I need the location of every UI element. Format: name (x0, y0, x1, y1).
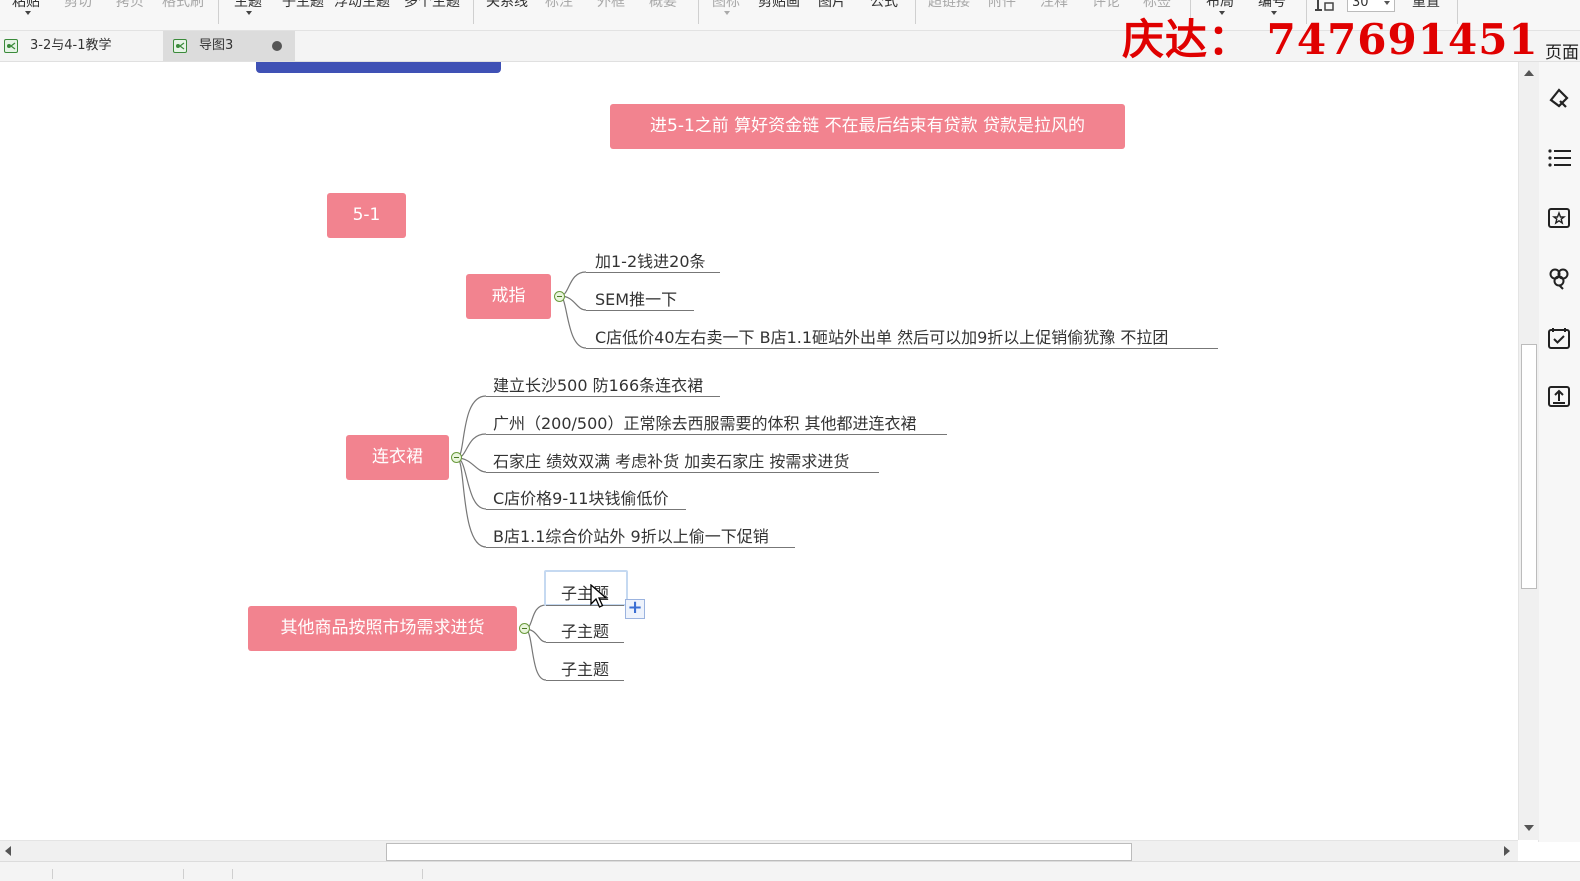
topic-dress[interactable]: 连衣裙 (346, 435, 449, 480)
scroll-down-icon[interactable] (1521, 820, 1537, 836)
subtopic-underline (546, 680, 624, 681)
clipart-icon[interactable] (1547, 266, 1571, 290)
topic-other-goods[interactable]: 其他商品按照市场需求进货 (248, 606, 517, 651)
subtopic-underline (486, 472, 879, 473)
vertical-scrollbar[interactable] (1518, 62, 1539, 840)
subtopic-item[interactable]: 子主题 (561, 618, 609, 642)
hyperlink-button[interactable]: 超链接 (928, 0, 970, 11)
scroll-up-icon[interactable] (1521, 65, 1537, 81)
tab-doc-2[interactable]: 导图3 (163, 31, 295, 61)
topic-ring[interactable]: 戒指 (466, 274, 551, 319)
status-divider (232, 869, 233, 879)
status-bar (0, 861, 1580, 881)
cut-button[interactable]: 剪切 (64, 0, 92, 11)
mindmap-file-icon (4, 39, 18, 53)
note-button[interactable]: 注释 (1040, 0, 1068, 11)
note-topic[interactable]: 进5-1之前 算好资金链 不在最后结束有贷款 贷款是拉风的 (610, 104, 1125, 149)
status-divider (183, 869, 184, 879)
relationship-button[interactable]: 关系线 (486, 0, 528, 11)
subtopic-item[interactable]: C店价格9-11块钱偷低价 (493, 485, 669, 509)
summary-button[interactable]: 概要 (649, 0, 677, 11)
subtopic-item[interactable]: 子主题 (561, 656, 609, 680)
image-button[interactable]: 图片 (818, 0, 846, 11)
scroll-left-icon[interactable] (0, 843, 16, 859)
toolbar-divider (915, 0, 916, 24)
formula-button[interactable]: 公式 (870, 0, 898, 11)
collapse-toggle-icon[interactable] (554, 291, 565, 302)
subtopic-item[interactable]: B店1.1综合价站外 9折以上偷一下促销 (493, 523, 769, 547)
status-divider (422, 869, 423, 879)
attachment-button[interactable]: 附件 (988, 0, 1016, 11)
watermark-text: 庆达： 747691451 (1122, 15, 1539, 64)
add-subtopic-button[interactable]: + (625, 599, 645, 619)
topic-5-1[interactable]: 5-1 (327, 193, 406, 238)
clipart-button[interactable]: 剪贴画 (758, 0, 800, 11)
topic-button[interactable]: 主题 (234, 0, 262, 11)
subtopic-button[interactable]: 子主题 (282, 0, 324, 11)
format-icon[interactable] (1547, 86, 1571, 110)
mouse-cursor-icon (590, 584, 608, 608)
scroll-right-icon[interactable] (1499, 843, 1515, 859)
subtopic-underline (546, 642, 624, 643)
toolbar-divider (473, 0, 474, 24)
collapse-toggle-icon[interactable] (519, 623, 530, 634)
vertical-scroll-thumb[interactable] (1521, 344, 1537, 589)
subtopic-item[interactable]: SEM推一下 (595, 286, 677, 310)
export-icon[interactable] (1547, 384, 1571, 408)
tab-label: 3-2与4-1教学 (30, 38, 112, 53)
unsaved-dot-icon[interactable] (272, 41, 282, 51)
subtopic-underline (486, 434, 947, 435)
subtopic-item[interactable]: 石家庄 绩效双满 考虑补货 加卖石家庄 按需求进货 (493, 448, 849, 472)
paste-button[interactable]: 粘贴 (12, 0, 40, 11)
callout-button[interactable]: 标注 (545, 0, 573, 11)
theme-icon[interactable] (1547, 206, 1571, 230)
paste-dropdown-icon[interactable] (25, 11, 31, 15)
boundary-button[interactable]: 外框 (597, 0, 625, 11)
horizontal-scrollbar[interactable] (0, 840, 1518, 861)
tab-label: 导图3 (199, 38, 234, 53)
subtopic-underline (586, 310, 694, 311)
task-icon[interactable] (1547, 326, 1571, 350)
mindmap-canvas[interactable]: 进5-1之前 算好资金链 不在最后结束有贷款 贷款是拉风的 5-1 戒指 加1-… (0, 62, 1518, 840)
right-panel-title: 页面 (1545, 43, 1579, 63)
toolbar-divider (218, 0, 219, 24)
subtopic-item[interactable]: 建立长沙500 防166条连衣裙 (493, 372, 703, 396)
icon-button[interactable]: 图标 (712, 0, 740, 11)
horizontal-scroll-thumb[interactable] (386, 843, 1132, 861)
icon-dropdown-icon[interactable] (724, 11, 730, 15)
format-painter-button[interactable]: 格式刷 (162, 0, 204, 11)
toolbar-divider (698, 0, 699, 24)
copy-button[interactable]: 拷贝 (116, 0, 144, 11)
subtopic-item[interactable]: 加1-2钱进20条 (595, 248, 706, 272)
status-divider (52, 869, 53, 879)
subtopic-underline (586, 272, 720, 273)
floating-topic-button[interactable]: 浮动主题 (334, 0, 390, 11)
topic-dropdown-icon[interactable] (246, 11, 252, 15)
comment-button[interactable]: 评论 (1092, 0, 1120, 11)
multiple-topics-button[interactable]: 多个主题 (404, 0, 460, 11)
tab-doc-1[interactable]: 3-2与4-1教学 (0, 31, 160, 61)
mindmap-file-icon (173, 39, 187, 53)
right-side-panel (1538, 62, 1580, 842)
subtopic-underline (586, 348, 1218, 349)
subtopic-underline (486, 547, 795, 548)
subtopic-underline (546, 605, 624, 606)
subtopic-item[interactable]: C店低价40左右卖一下 B店1.1砸站外出单 然后可以加9折以上促销偷犹豫 不拉… (595, 324, 1168, 348)
outline-icon[interactable] (1547, 146, 1571, 170)
collapse-toggle-icon[interactable] (451, 452, 462, 463)
subtopic-underline (486, 509, 686, 510)
subtopic-underline (486, 396, 720, 397)
subtopic-item[interactable]: 广州（200/500）正常除去西服需要的体积 其他都进连衣裙 (493, 410, 917, 434)
